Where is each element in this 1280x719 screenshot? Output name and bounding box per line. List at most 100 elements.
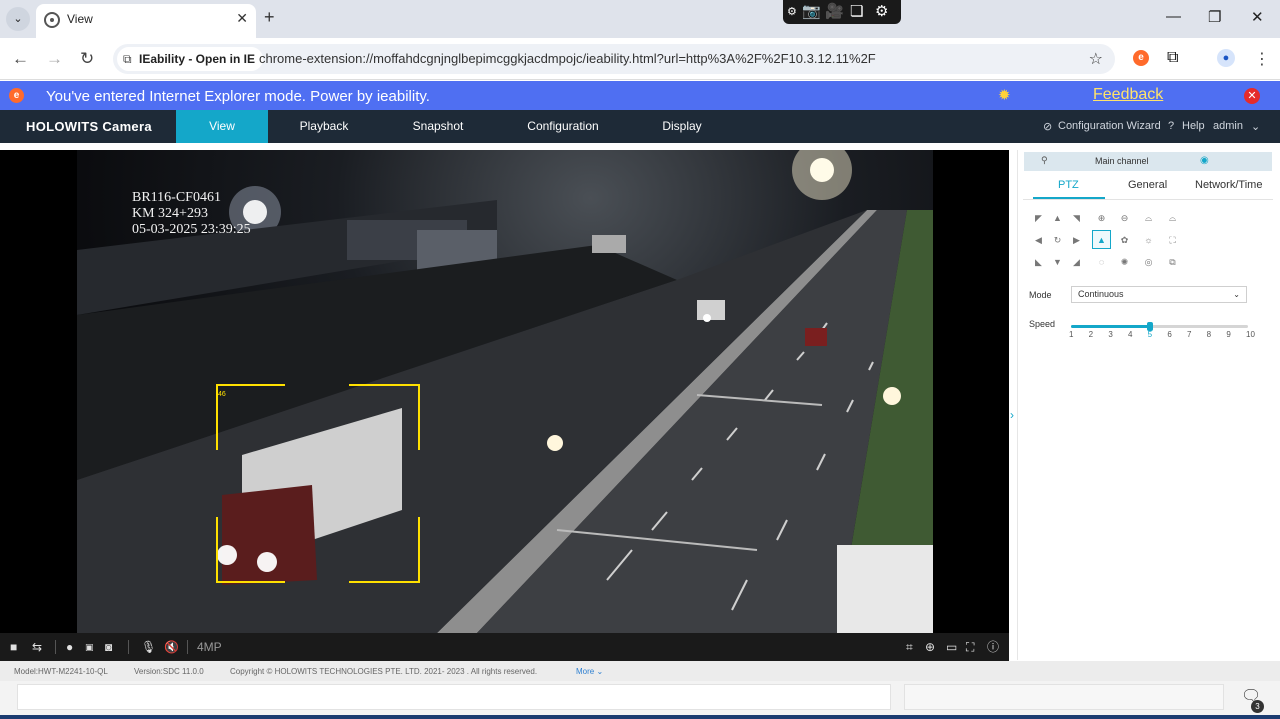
tab-display[interactable]: Display <box>650 110 714 143</box>
toolbar-divider <box>55 640 56 654</box>
help-link[interactable]: Help <box>1182 120 1205 132</box>
new-tab-button[interactable]: + <box>264 7 275 28</box>
toolbar-divider <box>187 640 188 654</box>
mode-value: Continuous <box>1078 289 1124 299</box>
mute-icon[interactable]: 🔇 <box>164 640 179 654</box>
speed-tick-4: 4 <box>1128 330 1133 339</box>
speed-tick-5: 5 <box>1147 330 1153 339</box>
wizard-icon[interactable]: ⊘ <box>1043 120 1052 133</box>
focus-near-icon[interactable]: ✿ <box>1115 230 1134 249</box>
tab-network-time[interactable]: Network/Time <box>1195 179 1262 191</box>
configuration-wizard-link[interactable]: Configuration Wizard <box>1058 120 1161 132</box>
pan-right-icon[interactable]: ▶ <box>1067 230 1086 249</box>
heater-icon[interactable]: ◎ <box>1139 252 1158 271</box>
zoom-in-icon[interactable]: ⊕ <box>1092 208 1111 227</box>
omnibox[interactable]: IEability - Open in IE chrome-extension:… <box>113 44 1115 74</box>
back-button[interactable]: ← <box>12 49 29 69</box>
channel-selector[interactable]: ⚲ Main channel ◉ <box>1024 152 1272 171</box>
restore-button[interactable]: ❐ <box>1208 8 1221 26</box>
window-icon[interactable]: ▭ <box>946 640 957 654</box>
wiper-icon[interactable]: ⌓ <box>1139 208 1158 227</box>
globe-icon <box>44 12 60 28</box>
collapse-panel-handle[interactable]: › <box>1010 408 1014 422</box>
address-bar-row: ← → ↻ IEability - Open in IE chrome-exte… <box>0 38 1280 80</box>
pan-left-icon[interactable]: ◀ <box>1029 230 1048 249</box>
tab-title: View <box>67 12 93 26</box>
extensions-puzzle-icon[interactable]: ⧉ <box>1167 49 1178 67</box>
browser-tab[interactable]: View ✕ <box>36 4 256 38</box>
footer-more-link[interactable]: More ⌄ <box>576 667 603 676</box>
focus-frame-icon[interactable]: ⛶ <box>1163 230 1182 249</box>
help-icon[interactable]: ? <box>1168 120 1174 132</box>
profile-avatar-icon[interactable]: ● <box>1217 49 1235 67</box>
copy-icon[interactable]: ❏ <box>850 3 863 21</box>
site-chip[interactable]: IEability - Open in IE <box>117 47 264 71</box>
pan-up-left-icon[interactable]: ◤ <box>1029 208 1048 227</box>
video-icon[interactable]: 🎥 <box>825 3 844 21</box>
zoom-out-icon[interactable]: ⊖ <box>1115 208 1134 227</box>
capture-toolbar: ⚙ 📷 🎥 ❏ ⚙ <box>783 0 901 24</box>
panel-divider <box>1017 150 1018 660</box>
switch-stream-icon[interactable]: ⇆ <box>32 640 42 654</box>
crop-icon[interactable]: ⌗ <box>906 640 913 654</box>
url-text[interactable]: chrome-extension://moffahdcgnjnglbepimcg… <box>259 51 876 66</box>
close-banner-button[interactable]: ✕ <box>1244 88 1260 104</box>
resolution-label: 4MP <box>197 640 222 654</box>
bug-icon[interactable]: ✹ <box>998 86 1011 104</box>
camera-icon[interactable]: 📷 <box>802 3 821 21</box>
tab-playback[interactable]: Playback <box>284 110 364 143</box>
pan-up-icon[interactable]: ▲ <box>1048 208 1067 227</box>
stop-icon[interactable]: ■ <box>10 640 17 654</box>
microphone-icon[interactable]: 🎙 <box>141 640 156 654</box>
iris-open-icon[interactable]: ◌ <box>1092 252 1111 271</box>
lens-init-icon[interactable]: ⧉ <box>1163 252 1182 271</box>
iris-close-icon[interactable]: ✺ <box>1115 252 1134 271</box>
chevron-down-icon: ⌄ <box>1233 290 1240 299</box>
settings-icon[interactable]: ⚙ <box>875 3 888 21</box>
bookmark-star-icon[interactable]: ☆ <box>1089 49 1103 69</box>
chevron-down-icon[interactable]: ⌄ <box>1251 120 1260 133</box>
ieability-extension-icon[interactable]: e <box>1133 50 1149 66</box>
pan-down-icon[interactable]: ▼ <box>1048 252 1067 271</box>
close-tab-button[interactable]: ✕ <box>236 10 248 27</box>
speed-tick-1: 1 <box>1069 330 1074 339</box>
ops-icon[interactable]: ⚙ <box>787 3 797 21</box>
osd-camera-id: BR116-CF0461 <box>132 190 221 205</box>
auto-pan-icon[interactable]: ↻ <box>1048 230 1067 249</box>
tab-ptz[interactable]: PTZ <box>1058 179 1079 191</box>
tab-configuration[interactable]: Configuration <box>518 110 608 143</box>
pan-down-left-icon[interactable]: ◣ <box>1029 252 1048 271</box>
footer-model: Model:HWT-M2241-10-QL <box>14 667 108 676</box>
speed-tick-labels: 1 2 3 4 5 6 7 8 9 10 <box>1067 330 1255 342</box>
minimize-button[interactable]: — <box>1166 8 1181 25</box>
close-window-button[interactable]: ✕ <box>1251 8 1264 26</box>
speed-slider[interactable] <box>1071 322 1248 331</box>
browser-menu-icon[interactable]: ⋮ <box>1254 49 1270 69</box>
tab-snapshot[interactable]: Snapshot <box>398 110 478 143</box>
light-icon[interactable]: ☼ <box>1139 230 1158 249</box>
reload-button[interactable]: ↻ <box>80 49 94 69</box>
zoom-icon[interactable]: ⊕ <box>925 640 935 654</box>
tab-general[interactable]: General <box>1128 179 1167 191</box>
record-icon[interactable]: ● <box>66 640 73 654</box>
eye-icon[interactable]: ◉ <box>1200 155 1209 166</box>
user-menu[interactable]: admin <box>1213 120 1243 132</box>
pan-up-right-icon[interactable]: ◥ <box>1067 208 1086 227</box>
snapshot-icon[interactable]: ◙ <box>105 640 112 654</box>
wiper-alt-icon[interactable]: ⌓ <box>1163 208 1182 227</box>
tab-view[interactable]: View <box>176 110 268 143</box>
pan-down-right-icon[interactable]: ◢ <box>1067 252 1086 271</box>
3d-position-icon[interactable]: ▣ <box>85 640 94 654</box>
speed-tick-7: 7 <box>1187 330 1192 339</box>
ieability-logo-icon: e <box>9 88 24 103</box>
forward-button[interactable]: → <box>46 49 63 69</box>
tab-search-button[interactable]: ⌄ <box>6 7 30 31</box>
info-icon[interactable]: ⓘ <box>987 640 999 654</box>
feedback-link[interactable]: Feedback <box>1093 86 1163 104</box>
speed-tick-6: 6 <box>1167 330 1172 339</box>
live-video-area[interactable]: BR116-CF0461 KM 324+293 05-03-2025 23:39… <box>0 150 1009 633</box>
fullscreen-icon[interactable]: ⛶ <box>966 640 974 654</box>
focus-far-icon[interactable]: ▲ <box>1092 230 1111 249</box>
speed-label: Speed <box>1029 319 1056 329</box>
mode-select[interactable]: Continuous ⌄ <box>1071 286 1247 303</box>
